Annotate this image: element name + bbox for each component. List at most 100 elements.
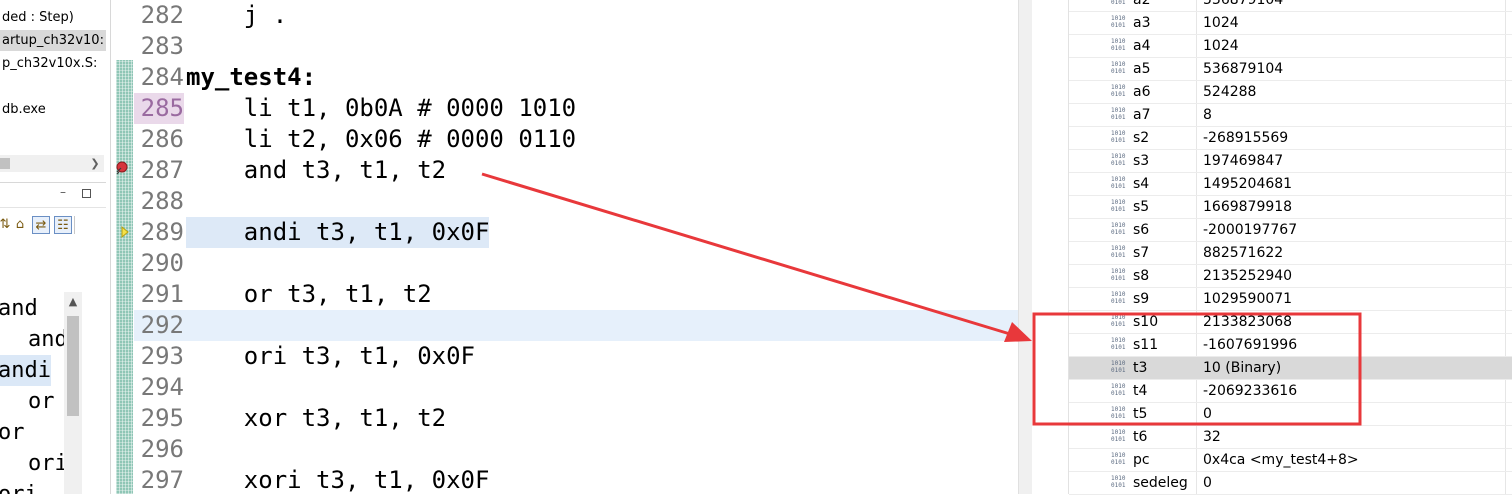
register-value[interactable]: 10 (Binary) — [1203, 357, 1281, 380]
register-row[interactable]: 1010 0101 a4 1024 — [1069, 35, 1512, 58]
register-row[interactable]: 1010 0101 s4 1495204681 — [1069, 173, 1512, 196]
code-text[interactable]: li t1, 0b0A # 0000 1010 — [186, 93, 576, 124]
home-icon[interactable]: ⌂ — [11, 216, 29, 234]
register-binary-icon: 10100101 — [1111, 15, 1126, 29]
outline-item[interactable]: ori — [0, 479, 38, 494]
register-value[interactable]: 0x4ca <my_test4+8> — [1203, 449, 1359, 472]
debug-tree-item[interactable]: ded : Step) — [0, 7, 74, 28]
register-value[interactable]: 1024 — [1203, 35, 1239, 58]
link-editor-icon[interactable]: ⇄ — [32, 216, 50, 234]
code-text[interactable]: ori t3, t1, 0x0F — [186, 341, 475, 372]
horizontal-scrollbar[interactable]: ❯ — [0, 155, 104, 172]
register-value[interactable]: 1495204681 — [1203, 173, 1292, 196]
register-value[interactable]: 536879104 — [1203, 0, 1283, 12]
code-line[interactable]: 294 — [134, 372, 1018, 403]
register-row[interactable]: 1010 0101 a6 524288 — [1069, 81, 1512, 104]
register-row[interactable]: 1010 0101 s10 2133823068 — [1069, 311, 1512, 334]
code-text[interactable]: j . — [186, 0, 287, 31]
editor-ruler[interactable] — [116, 60, 133, 494]
code-line[interactable]: 293 ori t3, t1, 0x0F — [134, 341, 1018, 372]
code-text[interactable]: li t2, 0x06 # 0000 0110 — [186, 124, 576, 155]
debug-tree-item[interactable] — [0, 76, 2, 97]
code-line[interactable]: 292 — [134, 310, 1018, 341]
register-value[interactable]: 1024 — [1203, 12, 1239, 35]
register-value[interactable]: -2069233616 — [1203, 380, 1297, 403]
scrollbar-thumb[interactable] — [0, 158, 10, 169]
register-row[interactable]: 10100101 a2 536879104 — [1069, 0, 1512, 12]
code-text[interactable]: xori t3, t1, 0x0F — [186, 465, 490, 496]
register-value[interactable]: 32 — [1203, 426, 1221, 449]
register-row[interactable]: 1010 0101 t6 32 — [1069, 426, 1512, 449]
register-value[interactable]: 1029590071 — [1203, 288, 1292, 311]
register-value[interactable]: 524288 — [1203, 81, 1256, 104]
minimize-icon[interactable]: – — [60, 186, 70, 198]
code-line[interactable]: 290 — [134, 248, 1018, 279]
register-value[interactable]: -268915569 — [1203, 127, 1288, 150]
code-line[interactable]: 289 andi t3, t1, 0x0F — [134, 217, 1018, 248]
editor-vertical-scrollbar[interactable] — [1018, 0, 1033, 494]
code-line[interactable]: 288 — [134, 186, 1018, 217]
code-line[interactable]: 296 — [134, 434, 1018, 465]
collapse-all-icon[interactable]: ☷ — [54, 216, 72, 234]
debug-tree-item[interactable]: p_ch32v10x.S: — [0, 53, 97, 74]
register-row[interactable]: 1010 0101 a3 1024 — [1069, 12, 1512, 35]
outline-item[interactable]: ori — [28, 448, 64, 479]
code-line[interactable]: 282 j . — [134, 0, 1018, 31]
code-line[interactable]: 295 xor t3, t1, t2 — [134, 403, 1018, 434]
code-line[interactable]: 291 or t3, t1, t2 — [134, 279, 1018, 310]
register-row[interactable]: 1010 0101 s7 882571622 — [1069, 242, 1512, 265]
code-text[interactable]: or t3, t1, t2 — [186, 279, 432, 310]
maximize-icon[interactable] — [82, 189, 91, 198]
scroll-up-arrow-icon[interactable]: ▲ — [64, 294, 82, 310]
register-row[interactable]: 1010 0101 s5 1669879918 — [1069, 196, 1512, 219]
register-value[interactable]: 197469847 — [1203, 150, 1283, 173]
register-row[interactable]: 1010 0101 s11 -1607691996 — [1069, 334, 1512, 357]
code-text[interactable]: andi t3, t1, 0x0F — [186, 217, 490, 248]
scrollbar-thumb[interactable] — [67, 316, 79, 416]
code-text[interactable]: xor t3, t1, t2 — [186, 403, 446, 434]
code-label[interactable]: my_test4: — [186, 62, 316, 93]
register-value[interactable]: 8 — [1203, 104, 1212, 127]
outline-item[interactable]: and — [28, 324, 64, 355]
outline-item[interactable]: or — [0, 417, 25, 448]
register-value[interactable]: -1607691996 — [1203, 334, 1297, 357]
outline-item[interactable]: or — [28, 386, 55, 417]
debug-tree-item[interactable]: artup_ch32v10: — [0, 30, 106, 51]
outline-item[interactable]: and — [0, 293, 38, 324]
register-row[interactable]: 1010 0101 s6 -2000197767 — [1069, 219, 1512, 242]
panel-divider[interactable] — [1032, 0, 1069, 494]
register-value[interactable]: 0 — [1203, 472, 1212, 495]
register-row[interactable]: 1010 0101 s2 -268915569 — [1069, 127, 1512, 150]
register-row[interactable]: 1010 0101 t5 0 — [1069, 403, 1512, 426]
register-binary-icon: 10100101 — [1111, 475, 1126, 489]
breakpoint-icon[interactable] — [115, 161, 129, 175]
register-value[interactable]: 2135252940 — [1203, 265, 1292, 288]
code-line[interactable]: 287 and t3, t1, t2 — [134, 155, 1018, 186]
register-row[interactable]: 1010 0101 a5 536879104 — [1069, 58, 1512, 81]
register-row[interactable]: 1010 0101 sedeleg 0 — [1069, 472, 1512, 495]
register-value[interactable]: -2000197767 — [1203, 219, 1297, 242]
debug-tree-item[interactable]: db.exe — [0, 99, 46, 120]
scroll-right-arrow-icon[interactable]: ❯ — [88, 155, 102, 172]
code-line[interactable]: 284 my_test4: — [134, 62, 1018, 93]
register-value[interactable]: 0 — [1203, 403, 1212, 426]
code-line[interactable]: 283 — [134, 31, 1018, 62]
register-value[interactable]: 1669879918 — [1203, 196, 1292, 219]
code-line[interactable]: 285 li t1, 0b0A # 0000 1010 — [134, 93, 1018, 124]
register-row[interactable]: 1010 0101 a7 8 — [1069, 104, 1512, 127]
register-row[interactable]: 1010 0101 s8 2135252940 — [1069, 265, 1512, 288]
code-text[interactable]: and t3, t1, t2 — [186, 155, 446, 186]
code-line[interactable]: 286 li t2, 0x06 # 0000 0110 — [134, 124, 1018, 155]
register-value[interactable]: 882571622 — [1203, 242, 1283, 265]
vertical-scrollbar[interactable]: ▲ — [64, 292, 82, 494]
register-value[interactable]: 2133823068 — [1203, 311, 1292, 334]
register-row[interactable]: 1010 0101 s3 197469847 — [1069, 150, 1512, 173]
register-row[interactable]: 1010 0101 t4 -2069233616 — [1069, 380, 1512, 403]
outline-item[interactable]: andi — [0, 355, 51, 386]
assembly-editor[interactable]: 282 j . 283 284 my_test4: 285 li t1, 0b0A # … — [134, 0, 1018, 494]
register-row[interactable]: 1010 0101 pc 0x4ca <my_test4+8> — [1069, 449, 1512, 472]
register-value[interactable]: 536879104 — [1203, 58, 1283, 81]
register-row[interactable]: 1010 0101 s9 1029590071 — [1069, 288, 1512, 311]
register-row[interactable]: 1010 0101 t3 10 (Binary) — [1069, 357, 1512, 380]
code-line[interactable]: 297 xori t3, t1, 0x0F — [134, 465, 1018, 496]
